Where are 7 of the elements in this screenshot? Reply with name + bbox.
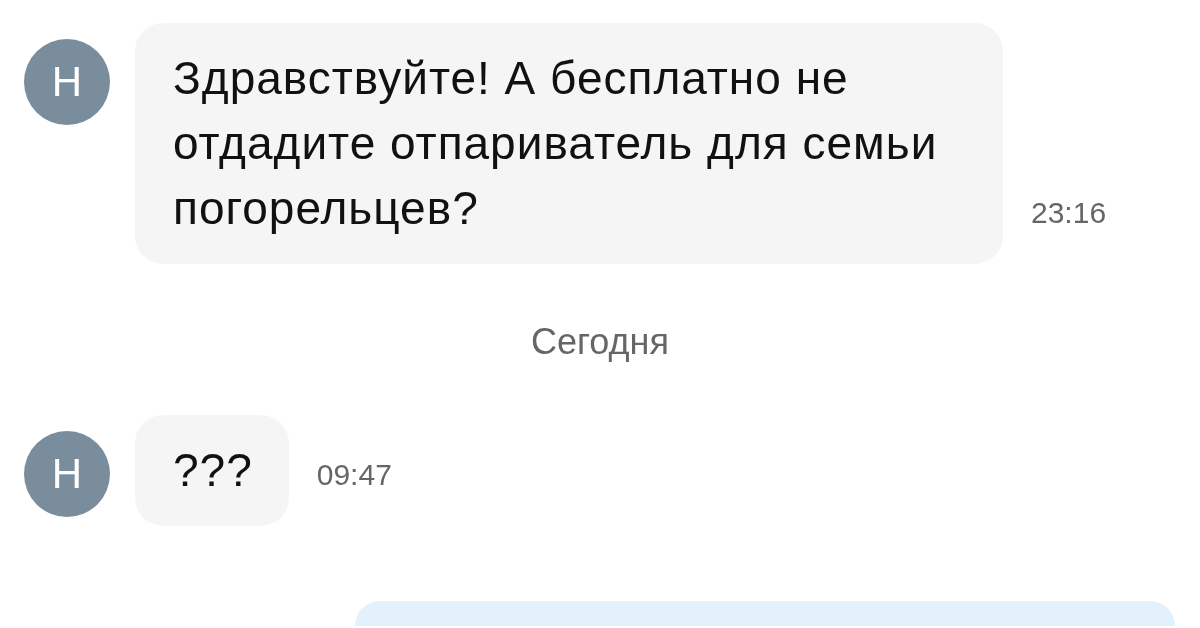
avatar: Н [24,431,110,517]
message-text: Здравствуйте! А бесплатно не отдадите отпариватель для семьи погорельцев? [173,51,939,236]
message-text: ??? [173,443,253,498]
message-time: 23:16 [1031,195,1107,231]
message-time: 09:47 [316,457,392,493]
avatar: Н [24,39,110,125]
date-divider: Сегодня [531,320,669,364]
